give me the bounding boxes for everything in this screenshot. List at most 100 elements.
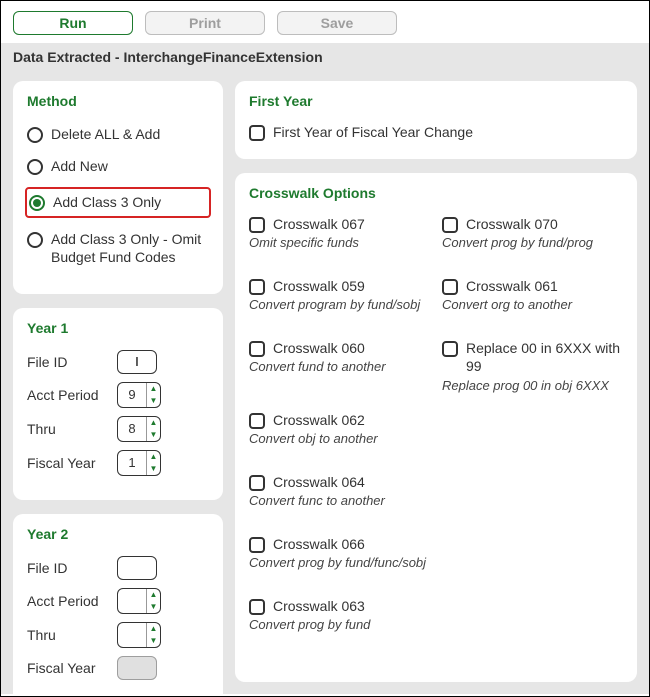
year1-fileid-label: File ID <box>27 354 107 370</box>
radio-icon[interactable] <box>27 127 43 143</box>
spin-up-icon[interactable]: ▲ <box>147 383 160 395</box>
crosswalk-checkbox[interactable] <box>249 341 265 357</box>
method-option-label: Delete ALL & Add <box>51 125 160 143</box>
crosswalk-label: Crosswalk 064 <box>273 473 365 491</box>
crosswalk-item: Crosswalk 070 Convert prog by fund/prog <box>442 215 623 259</box>
crosswalk-checkbox[interactable] <box>249 217 265 233</box>
crosswalk-subtext: Omit specific funds <box>249 235 430 250</box>
crosswalk-item: Replace 00 in 6XXX with 99 Replace prog 0… <box>442 339 623 392</box>
crosswalk-item <box>442 473 623 517</box>
crosswalk-subtext: Convert prog by fund/prog <box>442 235 623 250</box>
crosswalk-subtext: Convert prog by fund/func/sobj <box>249 555 430 570</box>
crosswalk-header: Crosswalk Options <box>249 185 623 201</box>
crosswalk-subtext: Convert prog by fund <box>249 617 430 632</box>
crosswalk-checkbox[interactable] <box>442 217 458 233</box>
crosswalk-label: Crosswalk 063 <box>273 597 365 615</box>
crosswalk-item <box>442 597 623 641</box>
first-year-label: First Year of Fiscal Year Change <box>273 123 473 141</box>
year2-fileid-input[interactable] <box>117 556 157 580</box>
crosswalk-label: Crosswalk 070 <box>466 215 558 233</box>
radio-icon[interactable] <box>29 195 45 211</box>
crosswalk-subtext: Convert org to another <box>442 297 623 312</box>
crosswalk-checkbox[interactable] <box>249 475 265 491</box>
year1-fy-spin[interactable]: 1 ▲ ▼ <box>117 450 161 476</box>
radio-icon[interactable] <box>27 159 43 175</box>
crosswalk-label: Crosswalk 059 <box>273 277 365 295</box>
year1-thru-label: Thru <box>27 421 107 437</box>
crosswalk-label: Crosswalk 060 <box>273 339 365 357</box>
method-option[interactable]: Delete ALL & Add <box>27 123 209 145</box>
crosswalk-label: Replace 00 in 6XXX with 99 <box>466 339 623 375</box>
crosswalk-subtext: Convert program by fund/sobj <box>249 297 430 312</box>
crosswalk-label: Crosswalk 067 <box>273 215 365 233</box>
crosswalk-item: Crosswalk 067 Omit specific funds <box>249 215 430 259</box>
method-option-label: Add New <box>51 157 108 175</box>
spin-up-icon[interactable]: ▲ <box>147 623 160 635</box>
spin-down-icon[interactable]: ▼ <box>147 429 160 441</box>
crosswalk-label: Crosswalk 062 <box>273 411 365 429</box>
spin-down-icon[interactable]: ▼ <box>147 395 160 407</box>
year1-fy-label: Fiscal Year <box>27 455 107 471</box>
save-button: Save <box>277 11 397 35</box>
year1-thru-spin[interactable]: 8 ▲ ▼ <box>117 416 161 442</box>
year1-fileid-input[interactable] <box>117 350 157 374</box>
run-button[interactable]: Run <box>13 11 133 35</box>
crosswalk-item: Crosswalk 062Convert obj to another <box>249 411 430 455</box>
method-option[interactable]: Add Class 3 Only <box>25 187 211 217</box>
spin-up-icon[interactable]: ▲ <box>147 417 160 429</box>
year2-thru-label: Thru <box>27 627 107 643</box>
crosswalk-subtext: Convert fund to another <box>249 359 430 374</box>
crosswalk-item: Crosswalk 061 Convert org to another <box>442 277 623 321</box>
method-option-label: Add Class 3 Only - Omit Budget Fund Code… <box>51 230 209 266</box>
method-card: Method Delete ALL & Add Add New Add Class … <box>13 81 223 294</box>
year2-thru-spin[interactable]: ▲ ▼ <box>117 622 161 648</box>
method-option[interactable]: Add New <box>27 155 209 177</box>
content-area: Method Delete ALL & Add Add New Add Class … <box>1 71 649 694</box>
crosswalk-checkbox[interactable] <box>249 279 265 295</box>
crosswalk-item: Crosswalk 066 Convert prog by fund/func/s… <box>249 535 430 579</box>
page-title: Data Extracted - InterchangeFinanceExten… <box>1 43 649 71</box>
crosswalk-item: Crosswalk 063 Convert prog by fund <box>249 597 430 641</box>
crosswalk-checkbox[interactable] <box>249 537 265 553</box>
crosswalk-subtext: Convert func to another <box>249 493 430 508</box>
first-year-header: First Year <box>249 93 623 109</box>
year2-acct-spin[interactable]: ▲ ▼ <box>117 588 161 614</box>
year1-acct-label: Acct Period <box>27 387 107 403</box>
print-button: Print <box>145 11 265 35</box>
crosswalk-item <box>442 535 623 579</box>
method-option-label: Add Class 3 Only <box>53 193 161 211</box>
crosswalk-subtext: Replace prog 00 in obj 6XXX <box>442 378 623 393</box>
crosswalk-item: Crosswalk 064 Convert func to another <box>249 473 430 517</box>
spin-down-icon[interactable]: ▼ <box>147 463 160 475</box>
method-header: Method <box>27 93 209 109</box>
first-year-checkbox[interactable] <box>249 125 265 141</box>
crosswalk-label: Crosswalk 061 <box>466 277 558 295</box>
crosswalk-item: Crosswalk 060 Convert fund to another <box>249 339 430 392</box>
spin-up-icon[interactable]: ▲ <box>147 589 160 601</box>
crosswalk-label: Crosswalk 066 <box>273 535 365 553</box>
spin-down-icon[interactable]: ▼ <box>147 601 160 613</box>
year1-header: Year 1 <box>27 320 209 336</box>
crosswalk-card: Crosswalk Options Crosswalk 067 Omit spec… <box>235 173 637 682</box>
year2-fy-input <box>117 656 157 680</box>
toolbar: Run Print Save <box>1 1 649 43</box>
year1-card: Year 1 File ID Acct Period 9 ▲ ▼ <box>13 308 223 500</box>
year2-acct-label: Acct Period <box>27 593 107 609</box>
app-frame: Run Print Save Data Extracted - Intercha… <box>0 0 650 697</box>
year2-header: Year 2 <box>27 526 209 542</box>
spin-down-icon[interactable]: ▼ <box>147 635 160 647</box>
year2-fileid-label: File ID <box>27 560 107 576</box>
year2-fy-label: Fiscal Year <box>27 660 107 676</box>
year2-card: Year 2 File ID Acct Period ▲ ▼ <box>13 514 223 697</box>
crosswalk-checkbox[interactable] <box>249 599 265 615</box>
spin-up-icon[interactable]: ▲ <box>147 451 160 463</box>
crosswalk-checkbox[interactable] <box>442 341 458 357</box>
first-year-card: First Year First Year of Fiscal Year Cha… <box>235 81 637 159</box>
radio-icon[interactable] <box>27 232 43 248</box>
method-option[interactable]: Add Class 3 Only - Omit Budget Fund Code… <box>27 228 209 268</box>
year1-acct-spin[interactable]: 9 ▲ ▼ <box>117 382 161 408</box>
crosswalk-item <box>442 411 623 455</box>
crosswalk-checkbox[interactable] <box>249 413 265 429</box>
crosswalk-checkbox[interactable] <box>442 279 458 295</box>
crosswalk-item: Crosswalk 059 Convert program by fund/sob… <box>249 277 430 321</box>
